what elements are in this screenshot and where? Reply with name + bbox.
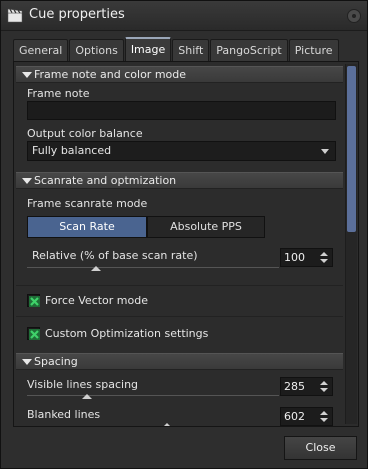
relative-scan-rate-label: Relative (% of base scan rate) [32, 249, 198, 262]
relative-scan-rate-slider-thumb[interactable] [91, 266, 101, 271]
scrollbar-thumb[interactable] [347, 66, 356, 232]
close-button[interactable]: Close [284, 436, 357, 460]
frame-scanrate-mode-label: Frame scanrate mode [27, 197, 148, 210]
spin-up-icon[interactable] [320, 411, 328, 415]
force-vector-checkbox[interactable] [27, 294, 40, 307]
dropdown-value: Fully balanced [32, 144, 112, 157]
image-tab-panel: Frame note and color mode Frame note Out… [13, 61, 359, 427]
visible-lines-slider-thumb[interactable] [82, 394, 92, 399]
tab-bar: General Options Image Shift PangoScript … [13, 37, 340, 61]
section-title: Spacing [34, 355, 78, 368]
cue-properties-window: Cue properties General Options Image Shi… [0, 0, 368, 469]
section-scanrate-header[interactable]: Scanrate and optmization [16, 172, 343, 189]
section-frame-note-header[interactable]: Frame note and color mode [16, 66, 343, 83]
visible-lines-spacing-label: Visible lines spacing [27, 378, 139, 391]
spinbox-value: 100 [284, 251, 305, 264]
section-spacing-header[interactable]: Spacing [16, 353, 343, 370]
output-color-balance-label: Output color balance [27, 127, 143, 140]
absolute-pps-button[interactable]: Absolute PPS [147, 216, 265, 238]
tab-shift[interactable]: Shift [172, 39, 210, 61]
scan-rate-button[interactable]: Scan Rate [27, 216, 147, 238]
section-title: Frame note and color mode [34, 68, 187, 81]
blanked-lines-label: Blanked lines [27, 408, 101, 421]
spin-down-icon[interactable] [320, 418, 328, 422]
blanked-lines-spinbox[interactable]: 602 [280, 407, 333, 426]
checkmark-icon [29, 296, 40, 307]
spinbox-value: 602 [284, 410, 305, 423]
frame-note-label: Frame note [27, 87, 90, 100]
relative-scan-rate-slider-track[interactable] [27, 267, 279, 268]
relative-scan-rate-spinbox[interactable]: 100 [280, 248, 333, 267]
window-close-icon[interactable] [347, 9, 361, 23]
divider [16, 316, 343, 317]
spin-down-icon[interactable] [320, 259, 328, 263]
visible-lines-spinbox[interactable]: 285 [280, 377, 333, 396]
chevron-down-icon [321, 149, 329, 154]
blanked-lines-slider-thumb[interactable] [162, 423, 172, 426]
output-color-balance-dropdown[interactable]: Fully balanced [27, 141, 336, 161]
custom-optimization-label: Custom Optimization settings [45, 327, 209, 340]
tab-options[interactable]: Options [69, 39, 124, 61]
frame-note-input[interactable] [27, 101, 336, 120]
divider [16, 285, 343, 286]
spin-up-icon[interactable] [320, 381, 328, 385]
tab-picture[interactable]: Picture [288, 39, 339, 61]
collapse-triangle-icon [22, 178, 32, 184]
custom-optimization-checkbox[interactable] [27, 327, 40, 340]
spinbox-value: 285 [284, 380, 305, 393]
section-title: Scanrate and optmization [34, 174, 177, 187]
clapperboard-icon [7, 7, 23, 23]
visible-lines-slider-track[interactable] [27, 395, 279, 396]
tab-pangoscript[interactable]: PangoScript [210, 39, 288, 61]
force-vector-label: Force Vector mode [45, 294, 149, 307]
spin-down-icon[interactable] [320, 388, 328, 392]
collapse-triangle-icon [22, 72, 32, 78]
tab-general[interactable]: General [13, 39, 69, 61]
collapse-triangle-icon [22, 359, 32, 365]
spin-up-icon[interactable] [320, 252, 328, 256]
title-bar[interactable]: Cue properties [1, 1, 367, 31]
tab-image[interactable]: Image [124, 37, 172, 61]
window-title: Cue properties [29, 7, 125, 22]
checkmark-icon [29, 329, 40, 340]
